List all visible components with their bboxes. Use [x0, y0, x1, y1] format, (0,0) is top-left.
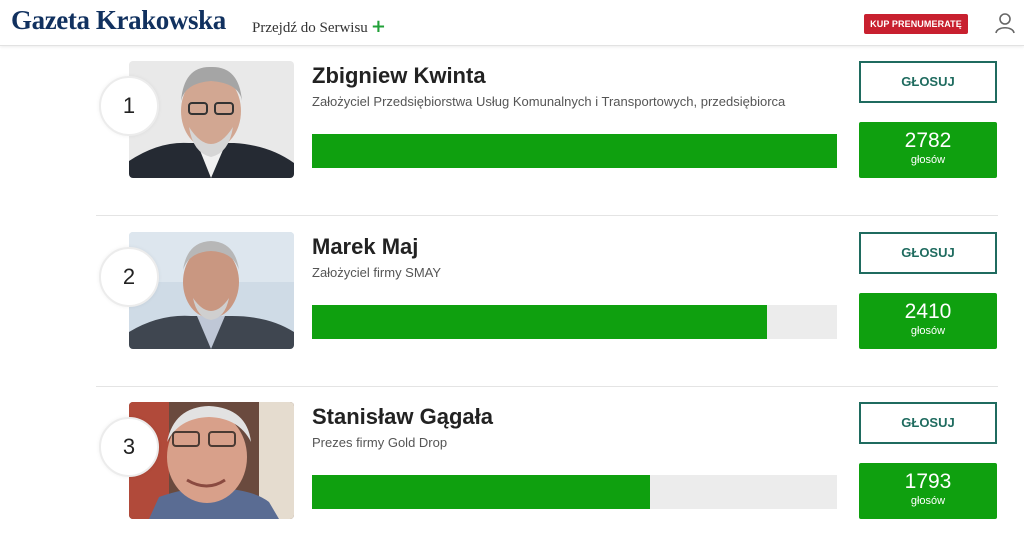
- subscribe-button[interactable]: KUP PRENUMERATĘ: [864, 14, 968, 34]
- vote-count-label: głosów: [910, 154, 946, 166]
- candidate-description: Założyciel firmy SMAY: [312, 265, 442, 280]
- candidate-name: Marek Maj: [312, 234, 419, 259]
- vote-count: 1793: [904, 470, 952, 493]
- vote-button[interactable]: GŁOSUJ: [859, 61, 997, 103]
- vote-progress-fill: [312, 475, 651, 509]
- site-logo[interactable]: Gazeta Krakowska: [11, 5, 226, 36]
- candidate-row: 2 Marek Maj Założyciel firmy SMAY GŁOSUJ…: [96, 217, 998, 387]
- user-icon[interactable]: [994, 12, 1016, 34]
- vote-button[interactable]: GŁOSUJ: [859, 232, 997, 274]
- rank-badge: 1: [99, 76, 159, 136]
- rank-badge: 2: [99, 247, 159, 307]
- candidate-name: Zbigniew Kwinta: [312, 63, 486, 88]
- candidate-row: 3 Stanisław Gągała Prezes firmy Gold Dro…: [96, 387, 998, 537]
- rank-badge: 3: [99, 417, 159, 477]
- candidate-name: Stanisław Gągała: [312, 404, 493, 429]
- vote-progress-bar: [312, 475, 837, 509]
- vote-progress-bar: [312, 134, 837, 168]
- candidate-row: 1 Zbigniew Kwinta Założyciel Przedsiębio…: [96, 46, 998, 216]
- vote-count: 2782: [904, 129, 952, 152]
- vote-count: 2410: [904, 300, 952, 323]
- top-bar: Gazeta Krakowska Przejdź do Serwisu + KUP…: [0, 0, 1024, 46]
- vote-progress-bar: [312, 305, 837, 339]
- vote-count-box: 2782 głosów: [859, 122, 997, 178]
- candidate-description: Prezes firmy Gold Drop: [312, 435, 448, 450]
- vote-count-box: 1793 głosów: [859, 463, 997, 519]
- vote-count-label: głosów: [910, 325, 946, 337]
- plus-icon: +: [370, 16, 386, 37]
- vote-progress-fill: [312, 305, 767, 339]
- go-to-service-link[interactable]: Przejdź do Serwisu +: [252, 16, 386, 37]
- candidate-description: Założyciel Przedsiębiorstwa Usług Komuna…: [312, 94, 786, 109]
- vote-button[interactable]: GŁOSUJ: [859, 402, 997, 444]
- service-link-label: Przejdź do Serwisu: [252, 20, 368, 36]
- vote-count-label: głosów: [910, 495, 946, 507]
- vote-progress-fill: [312, 134, 837, 168]
- vote-count-box: 2410 głosów: [859, 293, 997, 349]
